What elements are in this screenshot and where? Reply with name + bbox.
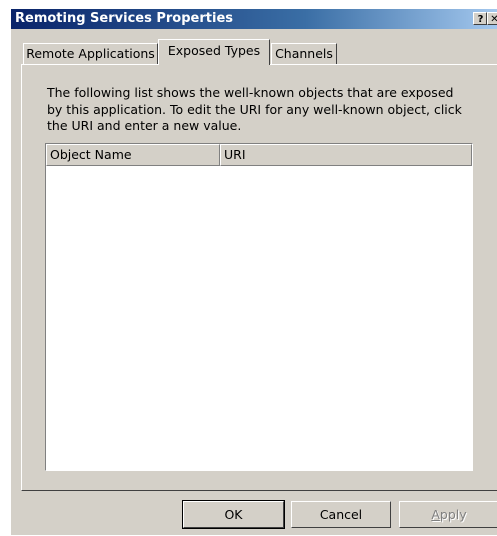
- column-header-uri[interactable]: URI: [220, 144, 472, 166]
- description-line: The following list shows the well-known …: [47, 85, 454, 100]
- exposed-objects-list[interactable]: Object Name URI: [45, 143, 473, 471]
- dialog-buttons: OK Cancel Apply: [11, 499, 497, 536]
- list-header: Object Name URI: [46, 144, 472, 166]
- help-icon[interactable]: ?: [473, 12, 487, 25]
- description-line: the URI and enter a new value.: [47, 118, 242, 133]
- window-title: Remoting Services Properties: [15, 11, 233, 26]
- description-text: The following list shows the well-known …: [47, 85, 467, 135]
- properties-dialog: Remoting Services Properties ? ✕ Remote …: [10, 8, 497, 535]
- cancel-button[interactable]: Cancel: [291, 501, 391, 528]
- tab-strip: Remote Applications Channels Exposed Typ…: [11, 39, 497, 65]
- ok-button[interactable]: OK: [182, 500, 285, 529]
- apply-button[interactable]: Apply: [399, 501, 497, 528]
- close-icon[interactable]: ✕: [487, 12, 497, 25]
- title-bar[interactable]: Remoting Services Properties ? ✕: [11, 9, 497, 29]
- tab-remote-applications[interactable]: Remote Applications: [23, 43, 158, 64]
- tab-channels[interactable]: Channels: [271, 43, 337, 64]
- tab-panel-exposed-types: The following list shows the well-known …: [21, 64, 497, 491]
- column-header-object-name[interactable]: Object Name: [46, 144, 220, 166]
- tab-exposed-types[interactable]: Exposed Types: [158, 39, 270, 65]
- description-line: by this application. To edit the URI for…: [47, 101, 462, 117]
